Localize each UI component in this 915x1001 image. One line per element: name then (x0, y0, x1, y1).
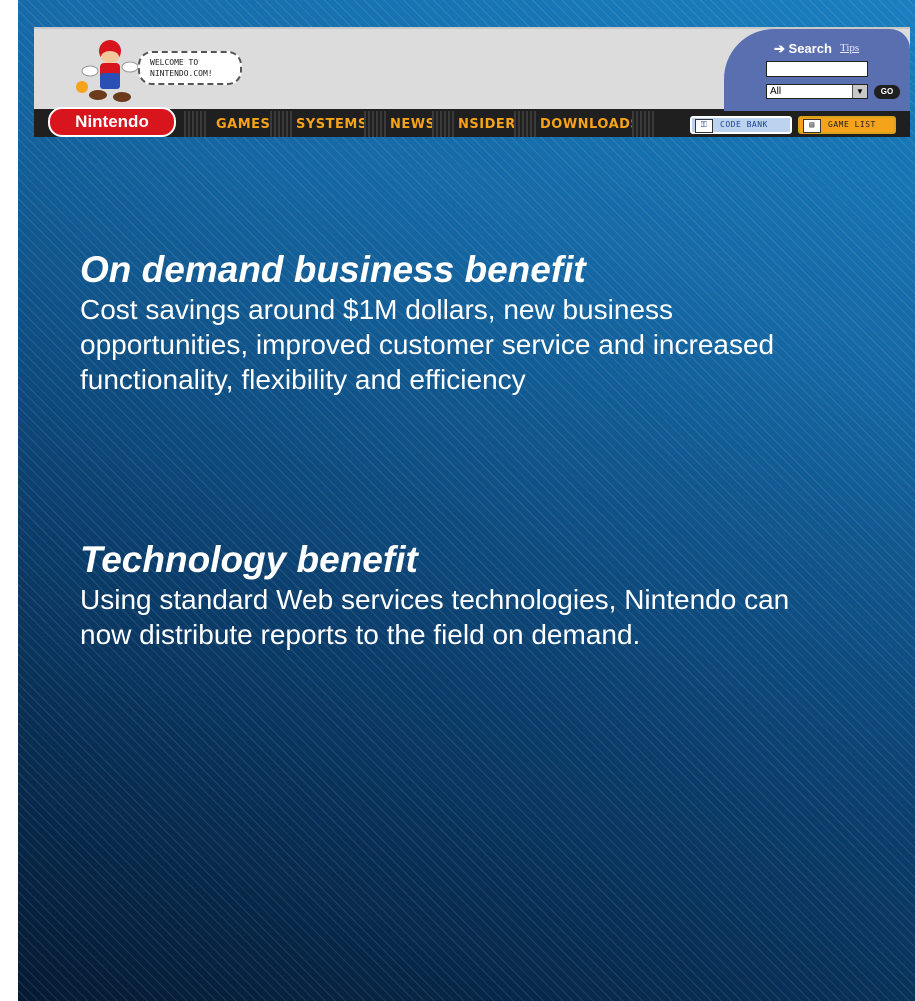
key-icon: ⚿ (695, 119, 713, 133)
nav-item-downloads[interactable]: DOWNLOADS (540, 115, 640, 135)
search-scope-value: All (770, 86, 782, 97)
code-bank-label: CODE BANK (720, 120, 768, 129)
nav-item-news[interactable]: NEWS (390, 115, 435, 135)
search-title: ➔ Search (774, 41, 832, 57)
code-bank-button[interactable]: ⚿ CODE BANK (690, 116, 792, 134)
nav-item-systems[interactable]: SYSTEMS (296, 115, 368, 135)
search-label: Search (788, 41, 832, 56)
nav-separator (364, 111, 388, 137)
search-tips-link[interactable]: Tips (840, 42, 859, 54)
welcome-text: WELCOME TO NINTENDO.COM! (150, 58, 213, 78)
nav-item-games[interactable]: GAMES (216, 115, 270, 135)
section-heading: On demand business benefit (80, 249, 586, 290)
list-icon: ▤ (803, 119, 821, 133)
search-scope-select[interactable]: All ▼ (766, 84, 868, 99)
nav-separator (432, 111, 456, 137)
section-heading: Technology benefit (80, 539, 418, 580)
nav-item-nsider[interactable]: NSIDER (458, 115, 516, 135)
section-body: Using standard Web services technologies… (80, 584, 790, 650)
logo-text: Nintendo (75, 112, 149, 131)
nintendo-header-banner: WELCOME TO NINTENDO.COM! Nintendo GAMES … (34, 27, 910, 137)
welcome-speech-bubble: WELCOME TO NINTENDO.COM! (138, 51, 242, 85)
nav-separator (270, 111, 294, 137)
section-technology-benefit: Technology benefit Using standard Web se… (80, 538, 820, 652)
nintendo-logo[interactable]: Nintendo (48, 107, 176, 137)
game-list-label: GAME LIST (828, 120, 876, 129)
nav-separator (184, 111, 208, 137)
section-business-benefit: On demand business benefit Cost savings … (80, 248, 820, 397)
nav-separator (632, 111, 656, 137)
chevron-down-icon[interactable]: ▼ (852, 85, 867, 98)
game-list-button[interactable]: ▤ GAME LIST (798, 116, 896, 134)
mario-mascot-icon (76, 40, 139, 102)
search-input[interactable] (766, 61, 868, 77)
nav-separator (514, 111, 538, 137)
go-button[interactable]: GO (874, 85, 900, 99)
slide-background: WELCOME TO NINTENDO.COM! Nintendo GAMES … (18, 0, 915, 1001)
section-body: Cost savings around $1M dollars, new bus… (80, 294, 775, 395)
arrow-right-icon: ➔ (774, 41, 785, 56)
